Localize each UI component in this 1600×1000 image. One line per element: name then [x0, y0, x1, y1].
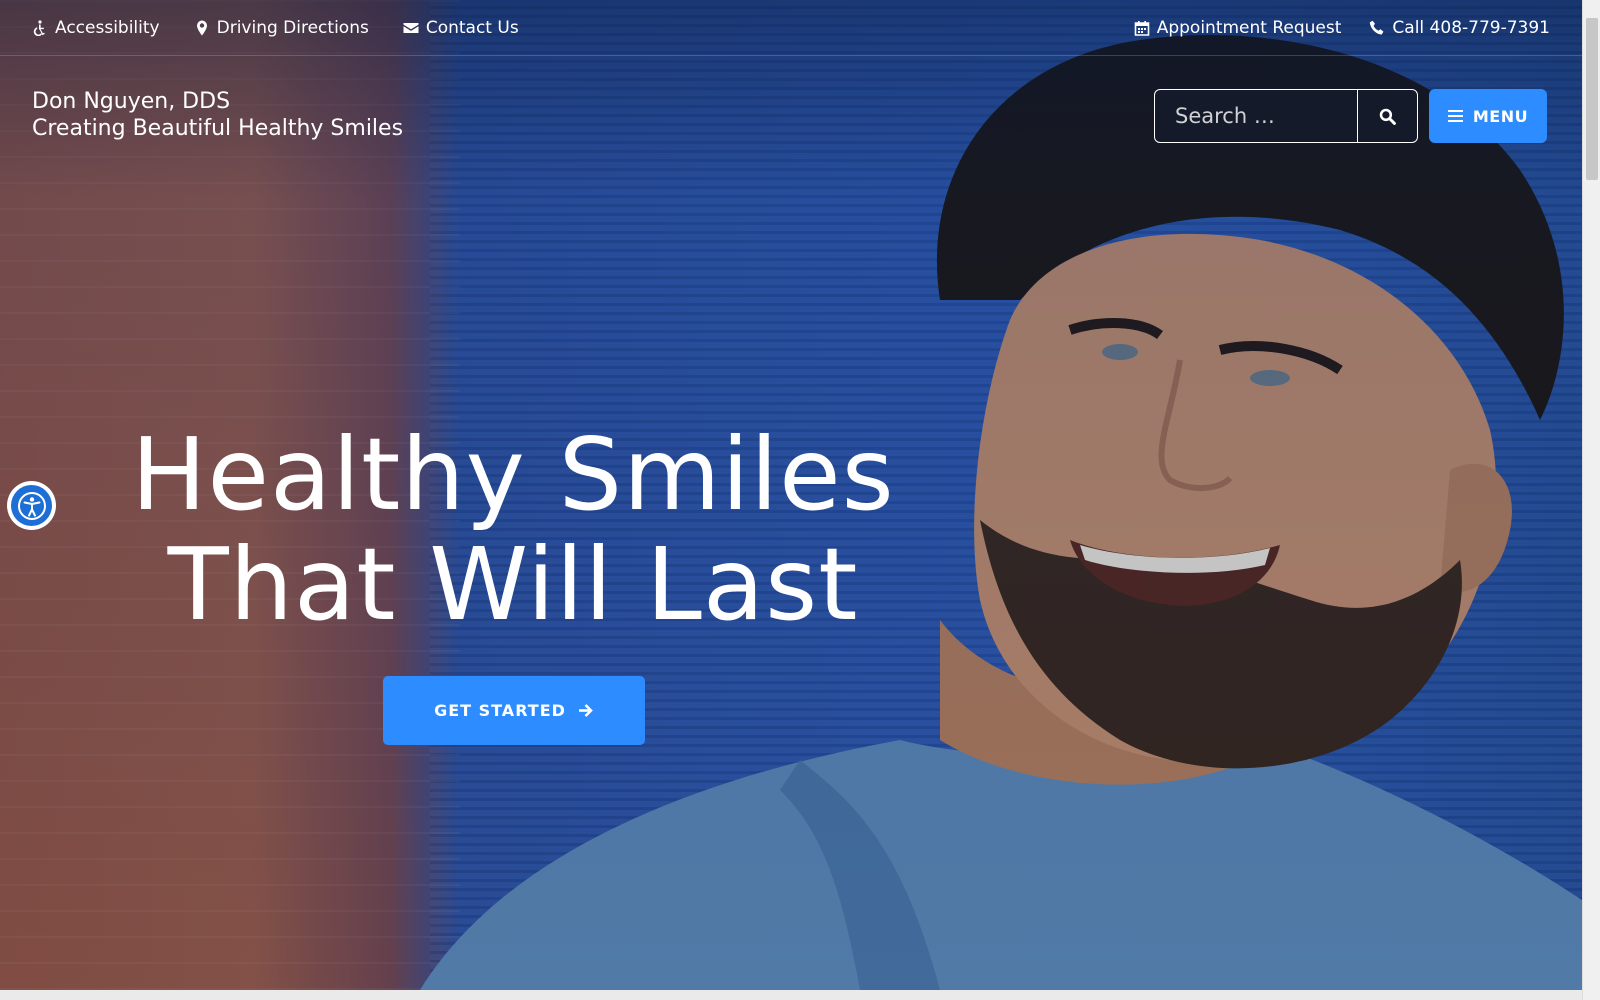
practice-tagline: Creating Beautiful Healthy Smiles [32, 116, 404, 141]
accessibility-widget-inner [11, 485, 52, 526]
search-form [1154, 89, 1418, 143]
utility-right-links: Appointment Request Call 408-779-7391 [1134, 18, 1550, 38]
page-bottom-edge [0, 990, 1582, 1000]
scrollbar-thumb[interactable] [1586, 18, 1598, 180]
menu-button-label: MENU [1472, 106, 1529, 126]
brand-block[interactable]: Don Nguyen, DDS Creating Beautiful Healt… [32, 88, 403, 142]
envelope-icon [403, 22, 419, 33]
hero-headline: Healthy Smiles That Will Last [113, 420, 913, 640]
menu-button[interactable]: MENU [1429, 89, 1547, 143]
map-marker-icon [196, 20, 207, 35]
accessibility-person-icon [17, 491, 46, 520]
search-icon [1379, 108, 1396, 125]
get-started-button[interactable]: GET STARTED [383, 676, 645, 745]
utility-bar: Accessibility Driving Directions Contact… [0, 0, 1582, 56]
appointment-request-link[interactable]: Appointment Request [1134, 17, 1342, 38]
vertical-scrollbar[interactable] [1582, 0, 1600, 1000]
utility-left-links: Accessibility Driving Directions Contact… [32, 18, 519, 38]
call-phone-label: Call 408-779-7391 [1392, 17, 1550, 38]
call-phone-link[interactable]: Call 408-779-7391 [1369, 18, 1550, 38]
contact-us-label: Contact Us [425, 17, 519, 38]
get-started-label: GET STARTED [434, 701, 566, 720]
appointment-request-label: Appointment Request [1156, 17, 1342, 38]
wheelchair-icon [33, 19, 45, 36]
hero-headline-line1: Healthy Smiles [131, 416, 895, 533]
phone-icon [1370, 20, 1384, 35]
accessibility-widget-button[interactable] [7, 481, 56, 530]
accessibility-link-label: Accessibility [55, 17, 160, 38]
driving-directions-label: Driving Directions [216, 17, 369, 38]
accessibility-link[interactable]: Accessibility [32, 18, 160, 38]
search-input[interactable] [1155, 90, 1357, 142]
search-button[interactable] [1357, 90, 1417, 142]
calendar-icon [1134, 20, 1150, 36]
arrow-right-icon [578, 704, 593, 717]
hamburger-icon [1447, 110, 1463, 122]
hero-headline-line2: That Will Last [167, 526, 859, 643]
practice-name: Don Nguyen, DDS [32, 89, 231, 114]
driving-directions-link[interactable]: Driving Directions [194, 18, 369, 38]
contact-us-link[interactable]: Contact Us [403, 18, 519, 38]
